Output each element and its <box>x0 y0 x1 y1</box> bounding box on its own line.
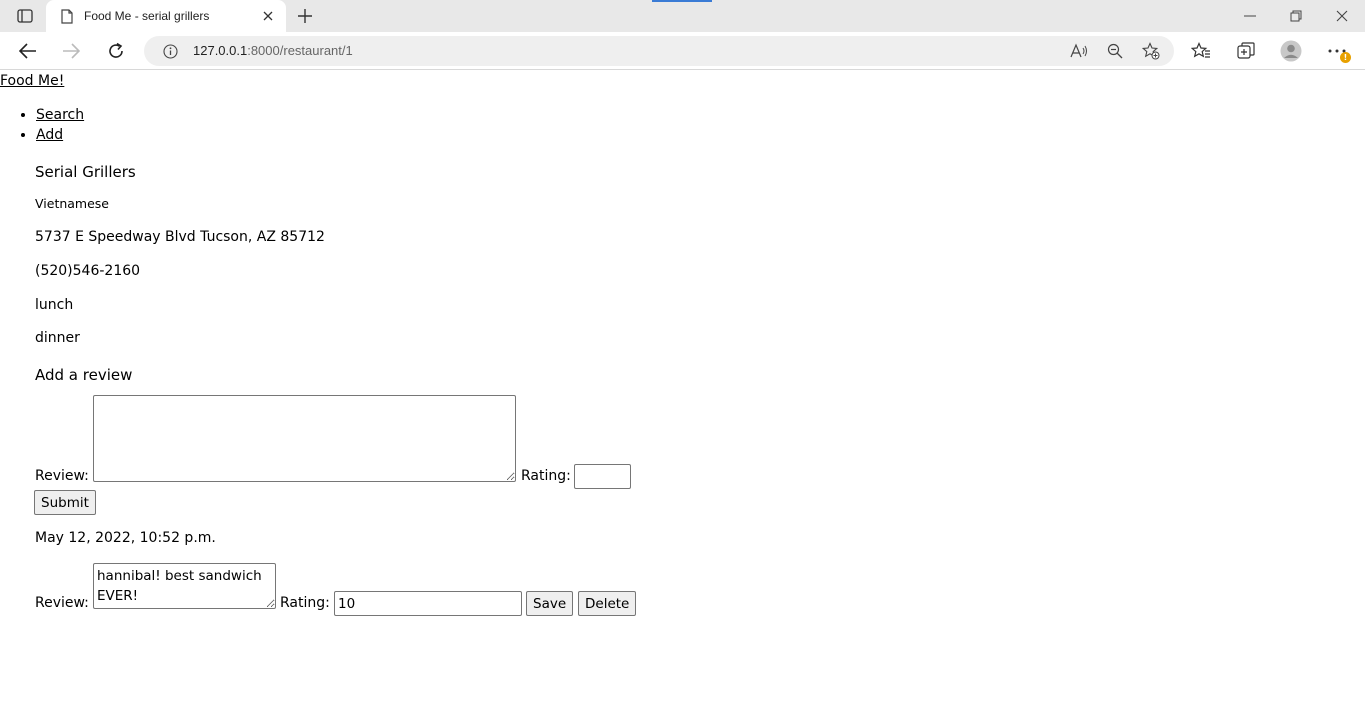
restaurant-cuisine: Vietnamese <box>35 196 109 211</box>
minimize-icon[interactable] <box>1238 6 1262 26</box>
back-arrow-icon[interactable] <box>16 40 40 62</box>
info-icon[interactable] <box>162 43 178 59</box>
more-menu-icon[interactable]: ! <box>1326 40 1351 63</box>
new-rating-input[interactable] <box>574 464 631 489</box>
site-title-link[interactable]: Food Me! <box>0 73 64 89</box>
submit-review-button[interactable]: Submit <box>34 490 96 515</box>
forward-arrow-icon[interactable] <box>59 40 83 62</box>
read-aloud-icon[interactable] <box>1070 42 1088 60</box>
url-path: :8000/restaurant/1 <box>247 43 353 58</box>
restaurant-meal: dinner <box>35 330 80 346</box>
nav-link-search[interactable]: Search <box>36 107 84 123</box>
restaurant-address: 5737 E Speedway Blvd Tucson, AZ 85712 <box>35 229 325 245</box>
url-text: 127.0.0.1:8000/restaurant/1 <box>193 43 353 58</box>
tab-title: Food Me - serial grillers <box>84 9 210 23</box>
tab-actions-icon[interactable] <box>12 5 38 27</box>
review-rating-label: Rating: <box>280 595 330 611</box>
add-favorite-icon[interactable] <box>1142 42 1160 60</box>
review-date: May 12, 2022, 10:52 p.m. <box>35 530 216 546</box>
zoom-out-icon[interactable] <box>1106 42 1124 60</box>
new-review-label: Review: <box>35 468 89 484</box>
restore-icon[interactable] <box>1284 6 1308 26</box>
tab-bar: Food Me - serial grillers <box>0 0 1365 32</box>
nav-link-add[interactable]: Add <box>36 127 63 143</box>
tab-bar-accent <box>652 0 712 2</box>
close-tab-icon[interactable] <box>258 6 278 26</box>
restaurant-name: Serial Grillers <box>35 163 136 181</box>
nav-item-search: Search <box>36 105 84 125</box>
add-review-heading: Add a review <box>35 366 133 384</box>
reload-icon[interactable] <box>104 40 128 62</box>
address-bar: 127.0.0.1:8000/restaurant/1 ! <box>0 32 1365 70</box>
url-field[interactable]: 127.0.0.1:8000/restaurant/1 <box>144 36 1174 66</box>
new-rating-label: Rating: <box>521 468 571 484</box>
window-close-icon[interactable] <box>1330 6 1354 26</box>
new-review-textarea[interactable] <box>93 395 516 482</box>
notification-badge: ! <box>1340 52 1351 63</box>
collections-icon[interactable] <box>1235 40 1257 62</box>
restaurant-phone: (520)546-2160 <box>35 263 141 279</box>
restaurant-meal: lunch <box>35 297 74 313</box>
profile-avatar-icon[interactable] <box>1280 40 1302 62</box>
delete-review-button[interactable]: Delete <box>578 591 637 616</box>
url-host: 127.0.0.1 <box>193 43 248 58</box>
review-rating-input[interactable] <box>334 591 522 616</box>
nav-item-add: Add <box>36 125 84 145</box>
review-label: Review: <box>35 595 89 611</box>
save-review-button[interactable]: Save <box>526 591 574 616</box>
review-textarea[interactable]: hannibal! best sandwich EVER! <box>93 563 276 609</box>
browser-tab[interactable]: Food Me - serial grillers <box>46 0 286 32</box>
site-nav: Search Add <box>0 105 84 145</box>
favorites-icon[interactable] <box>1190 40 1212 62</box>
page-icon <box>60 8 74 24</box>
new-tab-icon[interactable] <box>293 5 317 27</box>
page-content: Food Me! Search Add Serial Grillers Viet… <box>0 71 1365 727</box>
